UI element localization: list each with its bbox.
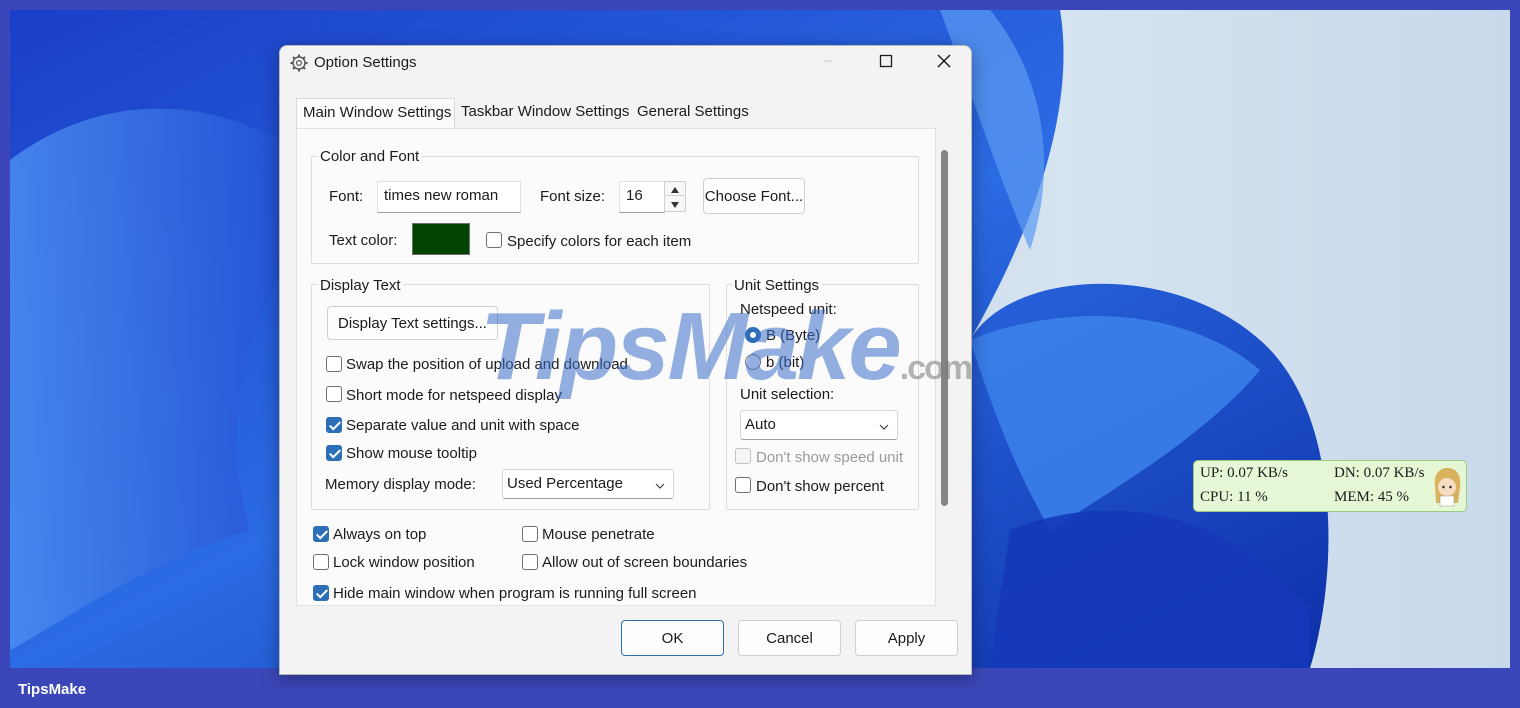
apply-button[interactable]: Apply	[855, 620, 958, 656]
text-color-swatch[interactable]	[412, 223, 470, 255]
font-size-field[interactable]: 16	[619, 181, 665, 213]
tab-main-window-settings[interactable]: Main Window Settings	[296, 98, 455, 128]
unit-byte-radio[interactable]	[745, 327, 761, 343]
dont-show-speed-unit-checkbox[interactable]	[735, 448, 751, 464]
dont-show-speed-unit-label: Don't show speed unit	[756, 449, 904, 466]
choose-font-button[interactable]: Choose Font...	[703, 178, 805, 214]
swap-upload-download-checkbox[interactable]	[326, 356, 342, 372]
memory-mode-label: Memory display mode:	[325, 476, 476, 493]
gear-icon	[289, 53, 309, 73]
hide-fullscreen-checkbox[interactable]	[313, 585, 329, 601]
tab-general-settings[interactable]: General Settings	[631, 100, 749, 128]
memory-usage: MEM: 45 %	[1334, 489, 1409, 505]
dialog-title: Option Settings	[314, 54, 417, 71]
mascot-icon	[1430, 465, 1464, 509]
chevron-down-icon	[671, 195, 679, 213]
title-bar[interactable]: Option Settings	[280, 46, 971, 80]
show-mouse-tooltip-label: Show mouse tooltip	[346, 445, 477, 462]
lock-window-position-checkbox[interactable]	[313, 554, 329, 570]
lock-window-position-label: Lock window position	[333, 554, 475, 571]
font-label: Font:	[329, 188, 364, 205]
footer-brand-label: TipsMake	[18, 681, 87, 698]
minimize-button[interactable]	[799, 46, 857, 80]
cancel-button[interactable]: Cancel	[738, 620, 841, 656]
option-settings-dialog: Option Settings Main Window Settings Tas…	[279, 45, 972, 675]
allow-out-of-screen-checkbox[interactable]	[522, 554, 538, 570]
cpu-usage: CPU: 11 %	[1200, 489, 1268, 505]
chevron-down-icon	[655, 477, 665, 494]
specify-colors-checkbox[interactable]	[486, 232, 502, 248]
upload-speed: UP: 0.07 KB/s	[1200, 465, 1288, 481]
font-size-stepper	[664, 181, 686, 212]
always-on-top-label: Always on top	[333, 526, 427, 543]
chevron-down-icon	[879, 418, 889, 435]
panel-scrollbar-thumb[interactable]	[941, 150, 948, 506]
memory-mode-select[interactable]: Used Percentage	[502, 469, 674, 499]
maximize-button[interactable]	[857, 46, 915, 80]
maximize-icon	[879, 54, 893, 73]
close-button[interactable]	[915, 46, 971, 80]
unit-selection-label: Unit selection:	[740, 386, 835, 403]
ok-button[interactable]: OK	[621, 620, 724, 656]
unit-settings-group-label: Unit Settings	[732, 277, 822, 294]
netspeed-unit-label: Netspeed unit:	[740, 301, 837, 318]
unit-selection-select[interactable]: Auto	[740, 410, 898, 440]
always-on-top-checkbox[interactable]	[313, 526, 329, 542]
memory-mode-value: Used Percentage	[507, 475, 623, 492]
specify-colors-label: Specify colors for each item	[507, 233, 692, 250]
text-color-label: Text color:	[329, 232, 398, 249]
separate-value-unit-label: Separate value and unit with space	[346, 417, 580, 434]
allow-out-of-screen-label: Allow out of screen boundaries	[542, 554, 748, 571]
short-mode-label: Short mode for netspeed display	[346, 387, 562, 404]
hide-fullscreen-label: Hide main window when program is running…	[333, 585, 697, 602]
mouse-penetrate-checkbox[interactable]	[522, 526, 538, 542]
download-speed: DN: 0.07 KB/s	[1334, 465, 1425, 481]
font-name-field[interactable]: times new roman	[377, 181, 521, 213]
display-text-settings-button[interactable]: Display Text settings...	[327, 306, 498, 340]
unit-bit-radio[interactable]	[745, 354, 761, 370]
mouse-penetrate-label: Mouse penetrate	[542, 526, 655, 543]
separate-value-unit-checkbox[interactable]	[326, 417, 342, 433]
netspeed-widget[interactable]: UP: 0.07 KB/s DN: 0.07 KB/s CPU: 11 % ME…	[1193, 460, 1467, 512]
font-size-decrement[interactable]	[665, 197, 685, 211]
unit-bit-label: b (bit)	[766, 354, 805, 371]
short-mode-checkbox[interactable]	[326, 386, 342, 402]
unit-byte-label: B (Byte)	[766, 327, 821, 344]
display-text-group-label: Display Text	[318, 277, 403, 294]
font-size-label: Font size:	[540, 188, 606, 205]
show-mouse-tooltip-checkbox[interactable]	[326, 445, 342, 461]
font-size-increment[interactable]	[665, 182, 685, 196]
tab-taskbar-window-settings[interactable]: Taskbar Window Settings	[455, 100, 631, 128]
close-icon	[937, 54, 951, 73]
dont-show-percent-label: Don't show percent	[756, 478, 884, 495]
color-font-group-label: Color and Font	[318, 148, 422, 165]
swap-upload-download-label: Swap the position of upload and download	[346, 356, 628, 373]
unit-selection-value: Auto	[745, 416, 776, 433]
dont-show-percent-checkbox[interactable]	[735, 477, 751, 493]
minimize-icon	[822, 54, 834, 72]
